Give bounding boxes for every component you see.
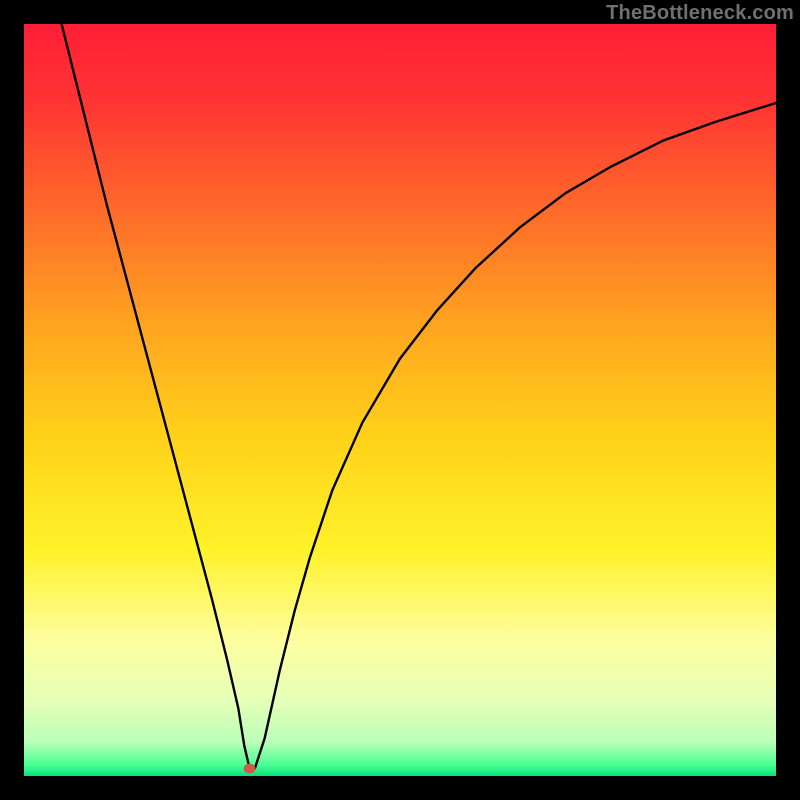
chart-frame (24, 24, 776, 776)
watermark-text: TheBottleneck.com (606, 2, 794, 25)
chart-background (24, 24, 776, 776)
bottleneck-chart (24, 24, 776, 776)
minimum-marker (244, 763, 256, 773)
